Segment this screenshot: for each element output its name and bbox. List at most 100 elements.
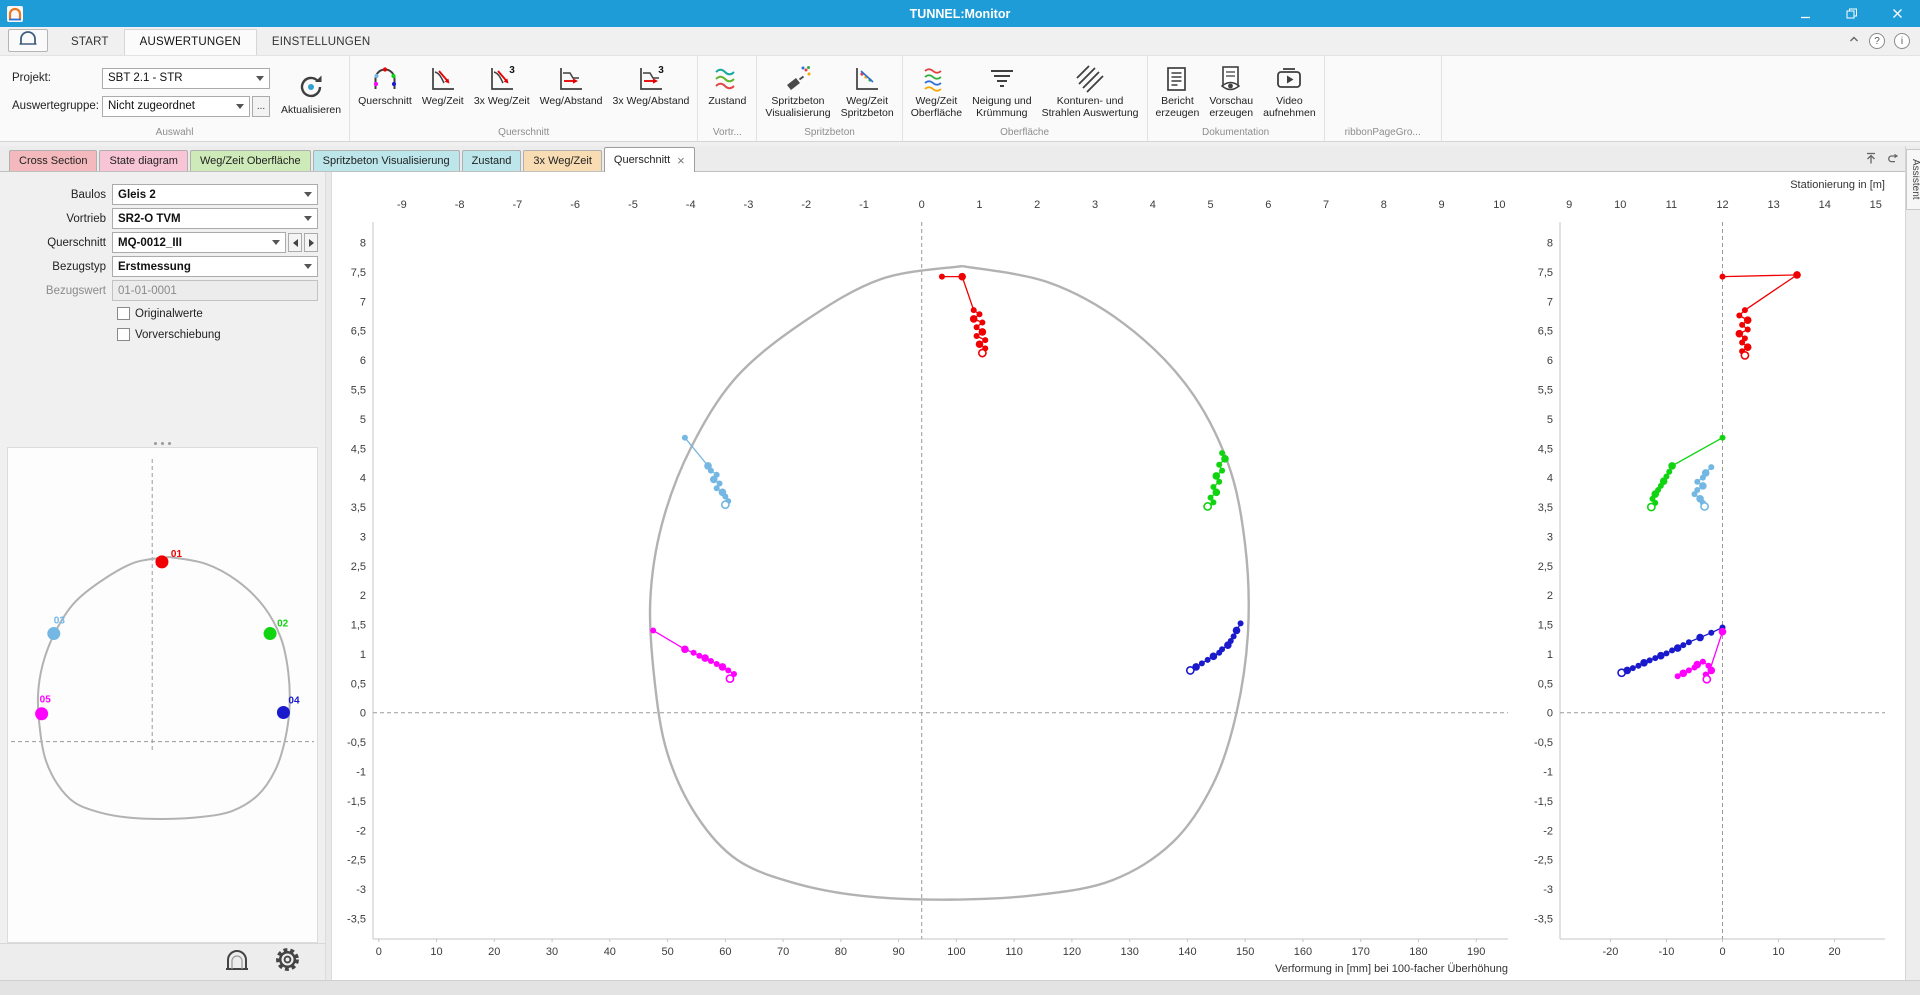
ribbon-button-bericht-erzeugen[interactable]: Bericht erzeugen — [1151, 58, 1205, 126]
svg-text:-3: -3 — [356, 884, 366, 896]
svg-text:4,5: 4,5 — [1538, 443, 1553, 455]
doc-tab-zustand[interactable]: Zustand — [462, 150, 522, 171]
series-02-line — [1651, 438, 1722, 507]
tab-nav-back-icon[interactable] — [1886, 151, 1900, 170]
ribbon-button-vorschau-erzeugen[interactable]: Vorschau erzeugen — [1204, 58, 1258, 126]
baulos-select[interactable]: Gleis 2 — [112, 184, 318, 205]
maximize-button[interactable] — [1828, 0, 1874, 27]
assistent-tab[interactable]: Assistent — [1906, 149, 1920, 210]
ribbon-tab-start[interactable]: START — [56, 30, 124, 55]
series-04-point — [1238, 620, 1244, 626]
svg-text:40: 40 — [604, 946, 616, 958]
info-icon[interactable]: i — [1894, 33, 1910, 49]
ribbon-button-spritzbeton-visualisierung[interactable]: Spritzbeton Visualisierung — [760, 58, 835, 126]
svg-text:6: 6 — [360, 355, 366, 367]
series-04-point — [1231, 633, 1237, 639]
ribbon-button-weg-zeit[interactable]: Weg/Zeit — [417, 58, 469, 126]
doc-tab-label: Weg/Zeit Oberfläche — [200, 155, 301, 167]
ribbon-button-label: Konturen- und Strahlen Auswertung — [1042, 95, 1139, 120]
help-icon[interactable]: ? — [1869, 33, 1885, 49]
tab-nav-up-icon[interactable] — [1864, 151, 1878, 170]
minimap-point-01[interactable] — [155, 555, 168, 568]
svg-text:0: 0 — [919, 199, 925, 211]
minimap-point-04[interactable] — [277, 706, 290, 719]
projekt-select[interactable]: SBT 2.1 - STR — [102, 68, 270, 89]
ribbon-button-weg-zeit-oberfläche[interactable]: Weg/Zeit Oberfläche — [906, 58, 967, 126]
series-04-point — [1708, 630, 1714, 636]
prev-querschnitt-button[interactable] — [288, 233, 302, 252]
series-01-point — [1742, 307, 1748, 313]
more-options-button[interactable]: ... — [252, 96, 270, 117]
doc-tab-label: Querschnitt — [614, 154, 670, 166]
vortrieb-select[interactable]: SR2-O TVM — [112, 208, 318, 229]
series-05-point — [681, 645, 689, 653]
svg-text:1: 1 — [360, 649, 366, 661]
svg-text:-1: -1 — [356, 767, 366, 779]
svg-text:02: 02 — [277, 619, 289, 630]
series-01-point — [970, 315, 978, 323]
svg-text:9: 9 — [1439, 199, 1445, 211]
doc-tab-state-diagram[interactable]: State diagram — [99, 150, 187, 171]
ribbon-button-video-aufnehmen[interactable]: Video aufnehmen — [1258, 58, 1321, 126]
svg-text:6: 6 — [1265, 199, 1271, 211]
series-05-point — [1686, 667, 1692, 673]
series-04-point — [1686, 639, 1692, 645]
chart-distance-3-icon: 3 — [636, 62, 666, 95]
vortrieb-label: Vortrieb — [0, 213, 112, 225]
minimap-settings-button[interactable] — [271, 947, 303, 977]
svg-text:15: 15 — [1870, 199, 1882, 211]
minimap-point-03[interactable] — [47, 627, 60, 640]
svg-text:3,5: 3,5 — [1538, 502, 1553, 514]
ribbon-button-label: Weg/Zeit Oberfläche — [911, 95, 962, 120]
collapse-ribbon-icon[interactable] — [1848, 32, 1860, 50]
series-01-point — [958, 273, 966, 281]
svg-text:12: 12 — [1716, 199, 1728, 211]
doc-tab-cross-section[interactable]: Cross Section — [9, 150, 97, 171]
close-button[interactable] — [1874, 0, 1920, 27]
minimap-tunnel-button[interactable] — [221, 947, 253, 977]
ribbon-button-neigung-und-krümmung[interactable]: Neigung und Krümmung — [967, 58, 1037, 126]
bezugstyp-select[interactable]: Erstmessung — [112, 256, 318, 277]
originalwerte-checkbox[interactable] — [117, 307, 130, 320]
minimap-point-05[interactable] — [35, 707, 48, 720]
originalwerte-label: Originalwerte — [135, 308, 203, 320]
doc-tab-3x-weg-zeit[interactable]: 3x Weg/Zeit — [523, 150, 602, 171]
minimap-point-02[interactable] — [264, 627, 277, 640]
ribbon-button-zustand[interactable]: Zustand — [701, 58, 753, 126]
chevron-left-icon — [293, 239, 298, 247]
ribbon-button-querschnitt[interactable]: Querschnitt — [353, 58, 417, 126]
series-01-point — [974, 333, 980, 339]
bezugstyp-label: Bezugstyp — [0, 261, 112, 273]
doc-tab-querschnitt[interactable]: Querschnitt × — [604, 147, 695, 172]
horizontal-splitter[interactable] — [0, 440, 325, 447]
ribbon-button-label: 3x Weg/Zeit — [474, 95, 530, 107]
slope-icon — [987, 62, 1017, 95]
ribbon-button-weg-abstand[interactable]: Weg/Abstand — [535, 58, 608, 126]
ribbon-button-3x-weg-zeit[interactable]: 33x Weg/Zeit — [469, 58, 535, 126]
vorverschiebung-checkbox[interactable] — [117, 328, 130, 341]
ribbon-tab-einstellungen[interactable]: EINSTELLUNGEN — [257, 30, 385, 55]
ribbon-button-3x-weg-abstand[interactable]: 33x Weg/Abstand — [608, 58, 695, 126]
close-tab-icon[interactable]: × — [677, 154, 685, 167]
ribbon-button-aktualisieren[interactable]: Aktualisieren — [276, 67, 346, 117]
svg-text:-20: -20 — [1602, 946, 1618, 958]
next-querschnitt-button[interactable] — [304, 233, 318, 252]
vertical-splitter[interactable] — [325, 172, 332, 980]
svg-text:5,5: 5,5 — [351, 384, 366, 396]
doc-tab-spritzbeton-visualisierung[interactable]: Spritzbeton Visualisierung — [313, 150, 460, 171]
series-01-point — [1793, 271, 1801, 279]
series-04-point — [1630, 665, 1636, 671]
ribbon-group-spritzbeton: Spritzbeton VisualisierungWeg/Zeit Sprit… — [757, 56, 902, 141]
ribbon-button-konturen-und-strahlen-auswertung[interactable]: Konturen- und Strahlen Auswertung — [1037, 58, 1144, 126]
zustand-icon — [712, 62, 742, 95]
doc-tab-weg-zeit-oberfläche[interactable]: Weg/Zeit Oberfläche — [190, 150, 311, 171]
querschnitt-select[interactable]: MQ-0012_III — [112, 232, 286, 253]
svg-text:120: 120 — [1063, 946, 1081, 958]
ribbon-tab-auswertungen[interactable]: AUSWERTUNGEN — [124, 29, 257, 55]
app-menu-button[interactable] — [8, 29, 48, 52]
auswertegruppe-select[interactable]: Nicht zugeordnet — [102, 96, 250, 117]
ribbon-button-weg-zeit-spritzbeton[interactable]: Weg/Zeit Spritzbeton — [836, 58, 899, 126]
minimize-button[interactable] — [1782, 0, 1828, 27]
ribbon: Projekt: SBT 2.1 - STR Auswertegruppe: N… — [0, 56, 1920, 142]
svg-text:-4: -4 — [686, 199, 696, 211]
